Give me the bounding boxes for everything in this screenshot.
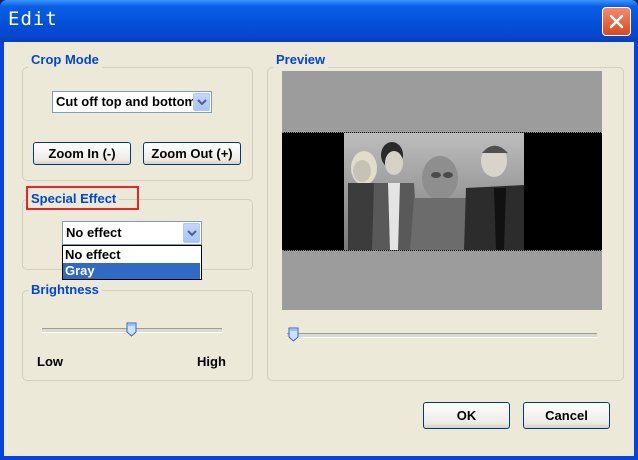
- special-effect-value: No effect: [66, 225, 122, 240]
- crop-mode-value: Cut off top and bottom: [56, 94, 197, 109]
- dialog-body: Crop Mode Cut off top and bottom Zoom In…: [4, 42, 634, 456]
- window-title: Edit: [8, 8, 58, 30]
- special-effect-label: Special Effect: [28, 191, 120, 207]
- preview-label: Preview: [273, 52, 329, 68]
- preview-area: [282, 71, 602, 310]
- close-button[interactable]: [602, 7, 631, 36]
- brightness-slider-thumb[interactable]: [126, 322, 137, 337]
- close-icon: [609, 14, 624, 29]
- option-no-effect[interactable]: No effect: [63, 247, 200, 263]
- crop-mode-select[interactable]: Cut off top and bottom: [52, 91, 212, 113]
- timeline-slider-track[interactable]: [287, 333, 597, 338]
- crop-mode-label: Crop Mode: [28, 52, 102, 68]
- timeline-slider-thumb[interactable]: [288, 327, 299, 342]
- brightness-high-label: High: [197, 354, 226, 369]
- brightness-low-label: Low: [37, 354, 63, 369]
- special-effect-list[interactable]: No effect Gray: [62, 245, 202, 280]
- chevron-down-icon: [187, 230, 197, 237]
- video-frame-image: [344, 133, 524, 250]
- cancel-button[interactable]: Cancel: [523, 402, 610, 429]
- preview-video-frame: [282, 132, 602, 251]
- edit-dialog: Edit Crop Mode Cut off top and bottom Zo…: [0, 0, 638, 460]
- zoom-out-button[interactable]: Zoom Out (+): [143, 142, 241, 165]
- ok-button[interactable]: OK: [423, 402, 510, 429]
- special-effect-select[interactable]: No effect: [62, 221, 202, 245]
- chevron-down-icon: [197, 99, 207, 106]
- brightness-label: Brightness: [28, 282, 102, 298]
- option-gray[interactable]: Gray: [63, 263, 200, 279]
- title-bar[interactable]: Edit: [0, 0, 638, 42]
- zoom-in-button[interactable]: Zoom In (-): [33, 142, 131, 165]
- crop-mode-dropdown-button[interactable]: [193, 93, 210, 111]
- special-effect-dropdown-button[interactable]: [183, 223, 200, 243]
